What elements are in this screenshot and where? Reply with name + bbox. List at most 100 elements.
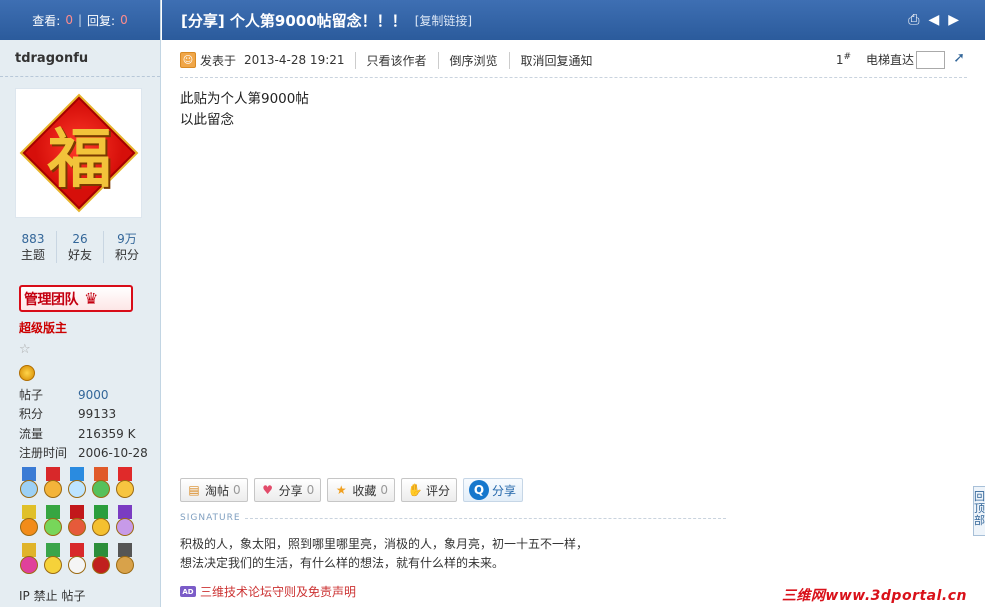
signature-line: 积极的人，象太阳，照到哪里哪里亮，消极的人，象月亮，初一十五不一样，: [180, 537, 589, 551]
rank-gem-icon: [19, 365, 35, 381]
post-line: 此贴为个人第9000帖: [180, 91, 309, 107]
medal-icon[interactable]: [18, 505, 40, 541]
disclaimer-link[interactable]: 三维技术论坛守则及免责声明: [200, 583, 356, 600]
view-reply-counter: 查看: 0 | 回复: 0: [0, 0, 160, 40]
avatar[interactable]: 福: [15, 88, 142, 218]
fav-count: 0: [380, 483, 388, 497]
stat-value: 26: [72, 232, 88, 246]
replies-label: 回复:: [87, 13, 116, 28]
prev-thread-icon[interactable]: ◀: [928, 12, 939, 28]
info-key: 流量: [19, 426, 44, 441]
tao-post-button[interactable]: ▤ 淘帖 0: [180, 478, 248, 502]
stat-label: 主题: [20, 248, 45, 262]
copy-link-button[interactable]: [复制链接]: [415, 12, 472, 29]
cancel-notify-link[interactable]: 取消回复通知: [508, 51, 604, 69]
site-watermark: 三维网www.3dportal.cn: [781, 588, 967, 604]
medal-icon[interactable]: [114, 543, 136, 579]
medal-icon[interactable]: [66, 505, 88, 541]
views-label: 查看:: [32, 13, 61, 28]
post-content: 此贴为个人第9000帖 以此留念: [180, 89, 309, 131]
ban-posts-label[interactable]: 帖子: [61, 589, 85, 603]
fav-label: 收藏: [352, 483, 377, 498]
medal-icon[interactable]: [18, 543, 40, 579]
medal-icon[interactable]: [114, 505, 136, 541]
badge-text: 管理团队: [24, 291, 79, 308]
info-value: 2006-10-28: [78, 445, 148, 460]
header-icon-group: ⎙ ◀ ▶: [908, 12, 959, 28]
info-row-points: 积分 99133: [19, 405, 149, 424]
author-info: 帖子 9000 积分 99133 流量 216359 K 注册时间 2006-1…: [19, 386, 149, 463]
online-status-icon: ☺: [180, 52, 196, 68]
medal-icon[interactable]: [90, 505, 112, 541]
back-to-top-button[interactable]: 回顶部: [973, 486, 985, 536]
post-line: 以此留念: [180, 112, 234, 128]
signature-header: SIGNATURE: [180, 513, 726, 523]
reverse-order-link[interactable]: 倒序浏览: [437, 51, 509, 69]
medal-icon[interactable]: [90, 543, 112, 579]
user-role[interactable]: 超级版主: [19, 319, 67, 336]
star-fav-icon: ★: [335, 483, 347, 497]
medal-icon[interactable]: [66, 467, 88, 503]
author-stats: 883 主题 26 好友 9万 积分: [10, 231, 150, 263]
ip-label[interactable]: IP: [19, 589, 30, 603]
print-icon[interactable]: ⎙: [908, 12, 919, 28]
tao-label: 淘帖: [205, 483, 230, 498]
star-icon: ☆: [19, 342, 31, 357]
info-key: 帖子: [19, 388, 44, 402]
management-team-badge: 管理团队 ♛: [19, 285, 133, 312]
share-count: 0: [306, 483, 315, 497]
counter-separator: |: [77, 13, 83, 27]
declaration: AD 三维技术论坛守则及免责声明: [180, 583, 356, 600]
share-label: 分享: [278, 483, 303, 498]
signature-divider: [244, 517, 726, 519]
ip-ban-line: IP 禁止 帖子: [19, 587, 85, 604]
elevator-label: 电梯直达: [865, 53, 914, 67]
medal-icon[interactable]: [42, 543, 64, 579]
author-username[interactable]: tdragonfu: [0, 40, 160, 77]
next-thread-icon[interactable]: ▶: [948, 12, 959, 28]
medal-icon[interactable]: [66, 543, 88, 579]
divider: [180, 77, 967, 78]
replies-count: 0: [120, 13, 128, 27]
elevator-go-icon[interactable]: ➚: [953, 50, 965, 66]
fu-character: 福: [47, 122, 112, 197]
info-row-regdate: 注册时间 2006-10-28: [19, 444, 149, 463]
signature-text: 积极的人，象太阳，照到哪里哪里亮，消极的人，象月亮，初一十五不一样， 想法决定我…: [180, 535, 588, 573]
thread-header: [分享] 个人第9000帖留念！！！ [复制链接] ⎙ ◀ ▶: [162, 0, 985, 40]
share-button[interactable]: ♥ 分享 0: [253, 478, 322, 502]
rate-label: 评分: [425, 483, 450, 498]
medal-grid: [18, 467, 140, 581]
only-author-link[interactable]: 只看该作者: [354, 51, 438, 69]
info-row-traffic: 流量 216359 K: [19, 425, 149, 444]
medal-icon[interactable]: [18, 467, 40, 503]
medal-icon[interactable]: [42, 505, 64, 541]
floor-number[interactable]: 1#: [836, 52, 851, 67]
medal-icon[interactable]: [42, 467, 64, 503]
medal-icon[interactable]: [114, 467, 136, 503]
ban-label[interactable]: 禁止: [34, 589, 58, 603]
post-actions: ▤ 淘帖 0 ♥ 分享 0 ★ 收藏 0 ✋ 评分 Q 分享: [180, 478, 523, 502]
info-key: 积分: [19, 407, 44, 422]
qq-share-button[interactable]: Q 分享: [462, 478, 523, 502]
heart-icon: ♥: [262, 483, 274, 497]
ad-badge: AD: [180, 586, 196, 597]
stat-topics[interactable]: 883 主题: [10, 231, 57, 263]
stat-label: 积分: [114, 248, 139, 262]
posted-label: 发表于: [200, 53, 237, 68]
stat-points[interactable]: 9万 积分: [104, 231, 150, 263]
medal-icon[interactable]: [90, 467, 112, 503]
thread-title: [分享] 个人第9000帖留念！！！: [181, 11, 407, 30]
rate-button[interactable]: ✋ 评分: [400, 478, 457, 502]
author-sidebar: 查看: 0 | 回复: 0 tdragonfu 福 883 主题 26 好友 9…: [0, 0, 161, 607]
stat-value: 883: [21, 232, 45, 246]
signature-label: SIGNATURE: [180, 513, 241, 523]
favorite-button[interactable]: ★ 收藏 0: [327, 478, 395, 502]
stat-friends[interactable]: 26 好友: [57, 231, 104, 263]
info-value[interactable]: 9000: [78, 386, 109, 405]
qq-penguin-icon: Q: [468, 480, 489, 500]
tao-count: 0: [233, 483, 241, 497]
info-value: 99133: [78, 407, 117, 422]
post-info-bar: ☺ 发表于 2013-4-28 19:21 只看该作者 倒序浏览 取消回复通知 …: [180, 49, 967, 71]
info-row-posts: 帖子 9000: [19, 386, 149, 405]
elevator-input[interactable]: [916, 51, 945, 69]
